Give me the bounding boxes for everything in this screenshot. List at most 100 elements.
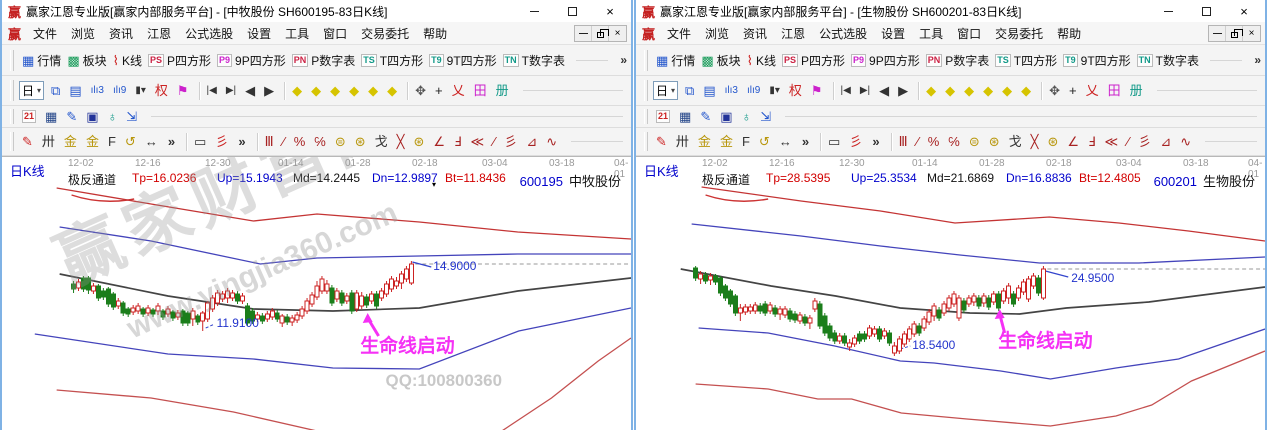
fan-lines-icon-button[interactable]: 彡 — [1138, 135, 1154, 148]
p9-square-button-button[interactable]: P99P四方形 — [851, 52, 920, 69]
f-angle-icon-button[interactable]: Ⅎ — [454, 135, 464, 148]
notepad-icon-button[interactable]: ✎ — [700, 110, 714, 123]
mdi-minimize-button[interactable] — [1209, 26, 1226, 41]
t-square-button-button[interactable]: TST四方形 — [361, 52, 423, 69]
prev-bar-icon-button[interactable]: ◀ — [879, 84, 892, 97]
grid-window-icon-button[interactable]: 田 — [474, 84, 490, 97]
wave-icon-button[interactable]: ∿ — [1180, 135, 1194, 148]
period-combo[interactable]: 日▾ — [653, 81, 678, 100]
trendline-tool-icon-button[interactable]: 乂 — [452, 84, 468, 97]
gann-diamond-2-button[interactable]: ◆ — [945, 84, 958, 97]
cross-lines-icon-button[interactable]: ╳ — [1031, 135, 1042, 148]
menu-江恩[interactable]: 江恩 — [140, 24, 178, 44]
triangle-icon-button[interactable]: ⊿ — [526, 135, 540, 148]
gann-diamond-3-button[interactable]: ◆ — [330, 84, 343, 97]
menu-江恩[interactable]: 江恩 — [774, 24, 812, 44]
p-square-button-button[interactable]: PSP四方形 — [782, 52, 845, 69]
minimize-button[interactable] — [1149, 0, 1187, 22]
gann-diamond-5-button[interactable]: ◆ — [1002, 84, 1015, 97]
candle-style-icon-button[interactable]: ▮▾ — [135, 84, 149, 97]
menu-浏览[interactable]: 浏览 — [698, 24, 736, 44]
menu-工具[interactable]: 工具 — [912, 24, 950, 44]
menu-文件[interactable]: 文件 — [26, 24, 64, 44]
period-combo[interactable]: 日▾ — [19, 81, 44, 100]
trendline-tool-icon-button[interactable]: 乂 — [1086, 84, 1102, 97]
chart-3-icon-button[interactable]: ılı3 — [91, 84, 107, 97]
double-angle-icon-button[interactable]: ≪ — [471, 135, 488, 148]
gold-section-icon-1-button[interactable]: 金 — [698, 135, 714, 148]
mdi-minimize-button[interactable] — [575, 26, 592, 41]
triangle-icon-button[interactable]: ⊿ — [1160, 135, 1174, 148]
kline-button-button[interactable]: ⌇K线 — [747, 52, 776, 69]
t-number-button-button[interactable]: TNT数字表 — [1137, 52, 1199, 69]
grid-lines-icon-button[interactable]: 卅 — [42, 135, 58, 148]
fibo-f-icon-button[interactable]: F — [742, 135, 753, 148]
piano-lines-icon-button[interactable]: Ⅲ — [265, 135, 277, 148]
grid-lines-icon-button[interactable]: 卅 — [676, 135, 692, 148]
f-angle-icon-button[interactable]: Ⅎ — [1088, 135, 1098, 148]
speed-line-icon-button[interactable]: ∕ — [493, 135, 498, 148]
gold-circle-icon-3-button[interactable]: ⊛ — [1047, 135, 1061, 148]
hand-tool-icon-button[interactable]: ✥ — [415, 84, 429, 97]
gold-circle-icon-1-button[interactable]: ⊜ — [969, 135, 983, 148]
calendar-21-icon-button[interactable]: 21 — [656, 110, 673, 123]
box-select-icon-button[interactable]: ▭ — [194, 135, 209, 148]
save-icon-button[interactable]: ▣ — [720, 110, 735, 123]
zoom-window-icon-button[interactable]: ⧉ — [685, 84, 697, 97]
candle-style-icon-button[interactable]: ▮▾ — [769, 84, 783, 97]
wave-icon-button[interactable]: ∿ — [546, 135, 560, 148]
close-button[interactable]: × — [1225, 0, 1263, 22]
gann-diamond-6-button[interactable]: ◆ — [1021, 84, 1034, 97]
menu-交易委托[interactable]: 交易委托 — [354, 24, 416, 44]
info-panel-icon-button[interactable]: ▤ — [69, 84, 84, 97]
calculator-icon-button[interactable]: ▦ — [679, 110, 694, 123]
sector-button-button[interactable]: ▩板块 — [701, 52, 740, 69]
flag-icon-button[interactable]: ⚑ — [177, 84, 192, 97]
menu-浏览[interactable]: 浏览 — [64, 24, 102, 44]
spiral-icon-button[interactable]: ↺ — [759, 135, 773, 148]
send-icon-button[interactable]: ⇲ — [126, 110, 140, 123]
percent-icon-button[interactable]: % — [294, 135, 309, 148]
p-number-button-button[interactable]: PNP数字表 — [292, 52, 356, 69]
percent-circle-icon-button[interactable]: ℅ — [948, 135, 963, 148]
send-icon-button[interactable]: ⇲ — [760, 110, 774, 123]
box-select-icon-button[interactable]: ▭ — [828, 135, 843, 148]
overflow-chevron-1[interactable]: » — [802, 135, 812, 148]
slash-tool-icon-button[interactable]: ⁄ — [917, 135, 922, 148]
gold-section-icon-2-button[interactable]: 金 — [720, 135, 736, 148]
mdi-close-button[interactable]: × — [609, 26, 626, 41]
overflow-chevron-2[interactable]: » — [872, 135, 882, 148]
slash-tool-icon-button[interactable]: ⁄ — [283, 135, 288, 148]
hand-tool-icon-button[interactable]: ✥ — [1049, 84, 1063, 97]
compare-icon-button[interactable]: 册 — [1130, 84, 1146, 97]
minimize-button[interactable] — [515, 0, 553, 22]
fibo-f-icon-button[interactable]: F — [108, 135, 119, 148]
brush-icon-button[interactable]: 戈 — [375, 135, 391, 148]
menu-窗口[interactable]: 窗口 — [316, 24, 354, 44]
menu-公式选股[interactable]: 公式选股 — [812, 24, 874, 44]
save-icon-button[interactable]: ▣ — [86, 110, 101, 123]
close-button[interactable]: × — [591, 0, 629, 22]
gold-circle-icon-2-button[interactable]: ⊛ — [355, 135, 369, 148]
rights-adjust-icon-button[interactable]: 权 — [789, 84, 805, 97]
titlebar[interactable]: 赢 赢家江恩专业版[赢家内部服务平台] - [中牧股份 SH600195-83日… — [2, 0, 631, 22]
p-number-button-button[interactable]: PNP数字表 — [926, 52, 990, 69]
angle-line-icon-button[interactable]: ∠ — [433, 135, 448, 148]
gann-diamond-5-button[interactable]: ◆ — [368, 84, 381, 97]
rays-icon-button[interactable]: 彡 — [215, 135, 231, 148]
gann-diamond-2-button[interactable]: ◆ — [311, 84, 324, 97]
flag-icon-button[interactable]: ⚑ — [811, 84, 826, 97]
t-number-button-button[interactable]: TNT数字表 — [503, 52, 565, 69]
angle-line-icon-button[interactable]: ∠ — [1067, 135, 1082, 148]
quote-button-button[interactable]: ▦行情 — [22, 52, 61, 69]
goto-first-icon-button[interactable]: |◀ — [207, 84, 220, 97]
chart-3-icon-button[interactable]: ılı3 — [725, 84, 741, 97]
menu-设置[interactable]: 设置 — [874, 24, 912, 44]
fan-lines-icon-button[interactable]: 彡 — [504, 135, 520, 148]
gold-section-icon-2-button[interactable]: 金 — [86, 135, 102, 148]
maximize-button[interactable] — [553, 0, 591, 22]
chart-9-icon-button[interactable]: ılı9 — [113, 84, 129, 97]
menu-公式选股[interactable]: 公式选股 — [178, 24, 240, 44]
mdi-restore-button[interactable] — [1226, 26, 1243, 41]
menu-交易委托[interactable]: 交易委托 — [988, 24, 1050, 44]
